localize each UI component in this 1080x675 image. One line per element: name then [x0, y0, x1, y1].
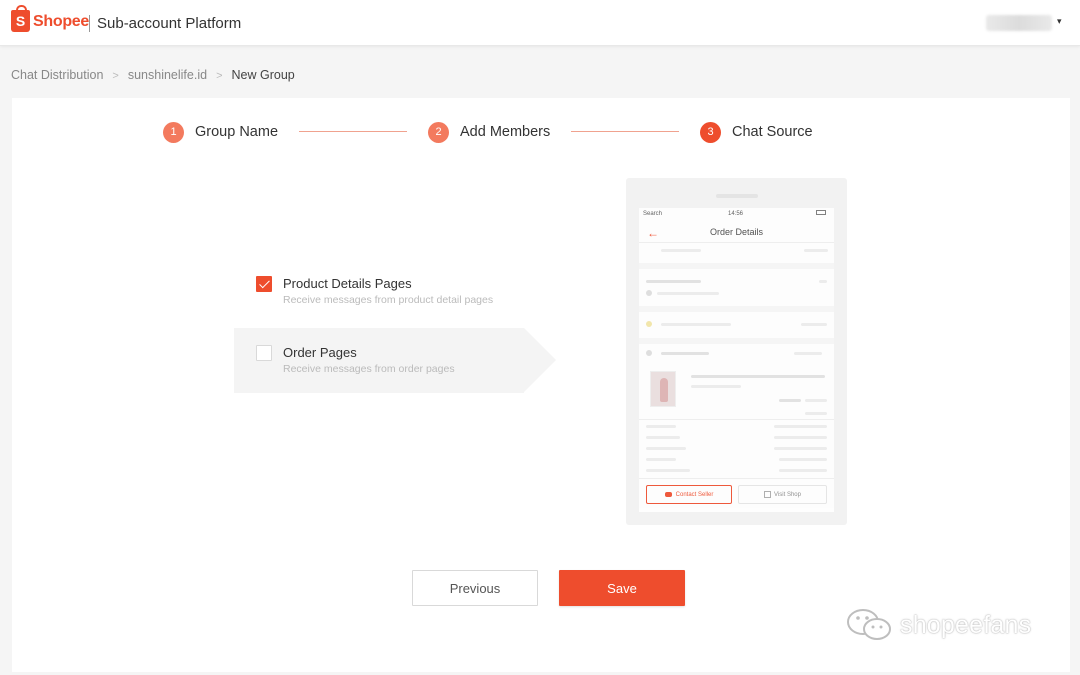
top-header: S Shopee Sub-account Platform ▾ — [0, 0, 1080, 46]
product-details-checkbox[interactable] — [256, 276, 272, 292]
preview-text-line — [646, 280, 701, 283]
order-pages-checkbox[interactable] — [256, 345, 272, 361]
step-label: Group Name — [195, 124, 279, 140]
brand-logo-text[interactable]: Shopee — [33, 13, 89, 31]
save-button[interactable]: Save — [559, 570, 685, 606]
preview-text-line — [691, 375, 825, 378]
preview-screen-title: Order Details — [709, 227, 763, 237]
preview-text-line — [661, 249, 701, 252]
product-thumbnail — [650, 371, 676, 407]
preview-text-line — [779, 469, 827, 472]
step-number-badge: 1 — [163, 121, 184, 143]
option-description-order-pages: Receive messages from order pages — [283, 363, 455, 375]
wechat-icon — [847, 609, 891, 640]
step-label: Add Members — [460, 124, 551, 140]
payment-icon — [646, 290, 652, 296]
breadcrumb: Chat Distribution > sunshinelife.id > New Gr… — [11, 68, 295, 82]
preview-text-line — [805, 399, 827, 402]
option-title-product-details[interactable]: Product Details Pages — [283, 276, 412, 291]
option-title-order-pages[interactable]: Order Pages — [283, 345, 357, 360]
shop-icon — [646, 350, 652, 356]
preview-text-line — [646, 458, 676, 461]
header-divider — [89, 15, 90, 32]
step-connector — [571, 131, 679, 132]
phone-status-bar: Search 14:56 — [639, 208, 834, 222]
preview-text-line — [804, 249, 828, 252]
platform-title: Sub-account Platform — [97, 15, 242, 32]
status-carrier: Search — [643, 211, 663, 217]
preview-text-line — [819, 280, 827, 283]
preview-divider — [639, 306, 834, 312]
step-label: Chat Source — [732, 124, 813, 140]
preview-text-line — [774, 425, 827, 428]
breadcrumb-item-chat-distribution[interactable]: Chat Distribution — [11, 68, 103, 82]
preview-divider — [639, 263, 834, 269]
breadcrumb-item-shop[interactable]: sunshinelife.id — [128, 68, 207, 82]
phone-preview-screen: Search 14:56 ← Order Details Contact Sel… — [639, 208, 834, 512]
preview-text-line — [774, 447, 827, 450]
previous-button[interactable]: Previous — [412, 570, 538, 606]
preview-text-line — [691, 385, 741, 388]
preview-text-line — [646, 436, 680, 439]
preview-text-line — [794, 352, 822, 355]
coins-icon — [646, 321, 652, 327]
preview-divider — [639, 419, 834, 420]
preview-visit-shop-button: Visit Shop — [738, 485, 827, 504]
breadcrumb-item-current: New Group — [231, 68, 295, 82]
preview-text-line — [646, 425, 676, 428]
watermark-text: shopeefans — [900, 611, 1032, 639]
preview-text-line — [801, 323, 827, 326]
option-highlight-arrow — [524, 328, 556, 392]
preview-divider — [639, 338, 834, 344]
user-account-name[interactable] — [986, 15, 1052, 31]
breadcrumb-separator-icon: > — [216, 70, 223, 82]
shopee-bag-icon: S — [11, 5, 30, 32]
step-chat-source[interactable]: 3 Chat Source — [700, 121, 813, 143]
preview-divider — [639, 242, 834, 243]
breadcrumb-separator-icon: > — [112, 70, 119, 82]
battery-icon — [789, 210, 829, 216]
step-add-members[interactable]: 2 Add Members — [428, 121, 550, 143]
step-number-badge: 2 — [428, 121, 449, 143]
step-group-name[interactable]: 1 Group Name — [163, 121, 278, 143]
preview-divider — [639, 478, 834, 479]
step-number-badge: 3 — [700, 121, 721, 143]
preview-contact-seller-button: Contact Seller — [646, 485, 732, 504]
preview-text-line — [661, 323, 731, 326]
preview-text-line — [779, 458, 827, 461]
preview-text-line — [646, 469, 690, 472]
preview-text-line — [646, 447, 686, 450]
status-time: 14:56 — [728, 211, 744, 217]
step-connector — [299, 131, 407, 132]
preview-text-line — [657, 292, 719, 295]
preview-text-line — [774, 436, 827, 439]
phone-speaker — [716, 194, 758, 198]
preview-text-line — [779, 399, 801, 402]
option-highlight-panel — [234, 328, 524, 393]
preview-text-line — [661, 352, 709, 355]
preview-text-line — [805, 412, 827, 415]
option-description-product-details: Receive messages from product detail pag… — [283, 294, 494, 306]
user-menu-caret-icon[interactable]: ▾ — [1057, 16, 1062, 27]
